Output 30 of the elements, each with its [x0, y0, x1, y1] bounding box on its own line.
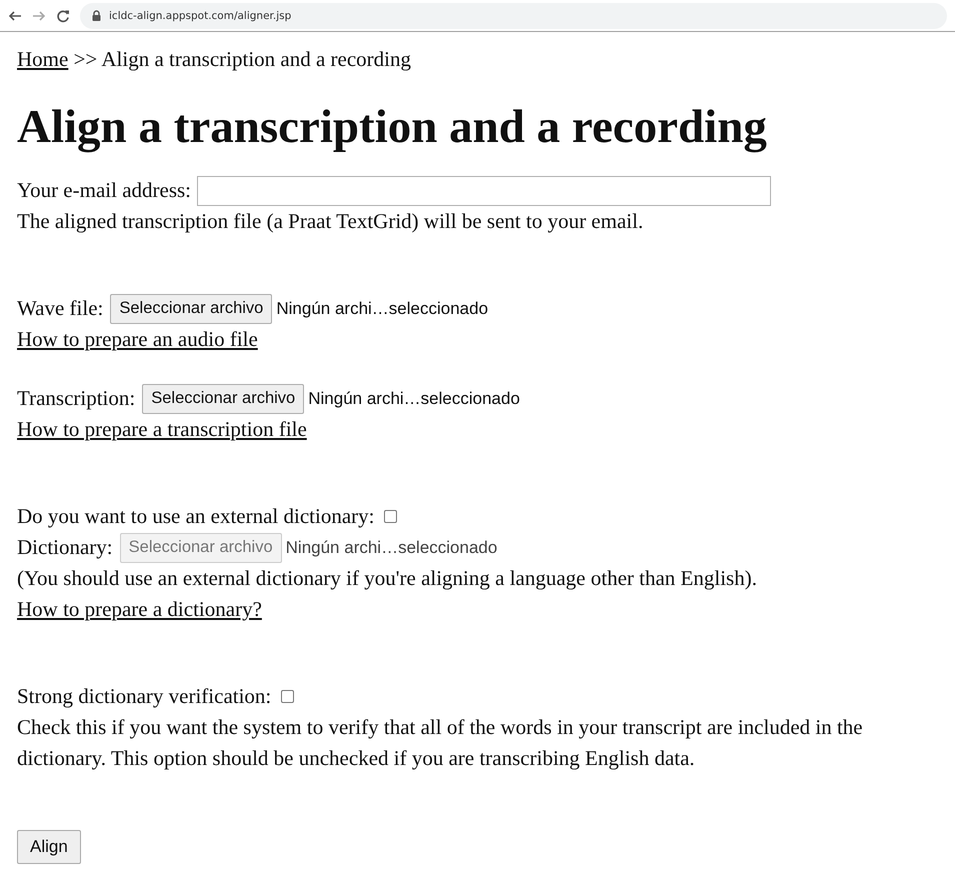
field-label: Your e-mail address:	[17, 177, 192, 204]
reload-icon[interactable]	[56, 8, 70, 22]
help-link[interactable]: How to prepare a dictionary?	[17, 594, 262, 625]
help-link[interactable]: How to prepare an audio file	[17, 324, 258, 355]
address-bar[interactable]: icldc-align.appspot.com/aligner.jsp	[80, 2, 947, 28]
field-label: Do you want to use an external dictionary:	[17, 503, 374, 530]
email-field[interactable]	[197, 176, 772, 206]
description-text: Check this if you want the system to verify that all of the words in your transcript are included in the dictionary. This option should be unchecked if you are transcribing English data.	[17, 714, 864, 772]
checkbox[interactable]	[281, 690, 294, 703]
field-label: Strong dictionary verification:	[17, 683, 272, 710]
description-text: (You should use an external dictionary if you're aligning a language other than English).	[17, 565, 757, 592]
forward-icon[interactable]	[32, 8, 46, 22]
file-status: Ningún archi…seleccionado	[276, 298, 488, 320]
breadcrumb-current: Align a transcription and a recording	[101, 47, 412, 71]
description-text: The aligned transcription file (a Praat TextGrid) will be sent to your email.	[17, 208, 644, 235]
file-status: Ningún archi…seleccionado	[286, 537, 498, 559]
field-label: Wave file:	[17, 295, 104, 322]
home-link[interactable]: Home	[17, 47, 68, 71]
field-label: Dictionary:	[17, 534, 113, 561]
back-icon[interactable]	[8, 8, 22, 22]
field-label: Transcription:	[17, 385, 136, 412]
breadcrumb-separator: >>	[74, 47, 98, 71]
choose-file-button[interactable]: Seleccionar archivo	[110, 294, 272, 324]
choose-file-button[interactable]: Seleccionar archivo	[142, 384, 304, 414]
file-status: Ningún archi…seleccionado	[308, 388, 520, 410]
page-heading: Align a transcription and a recording	[17, 100, 768, 155]
help-link[interactable]: How to prepare a transcription file	[17, 414, 307, 445]
align-button[interactable]: Align	[17, 830, 81, 864]
lock-icon	[92, 10, 101, 21]
checkbox[interactable]	[384, 510, 398, 523]
